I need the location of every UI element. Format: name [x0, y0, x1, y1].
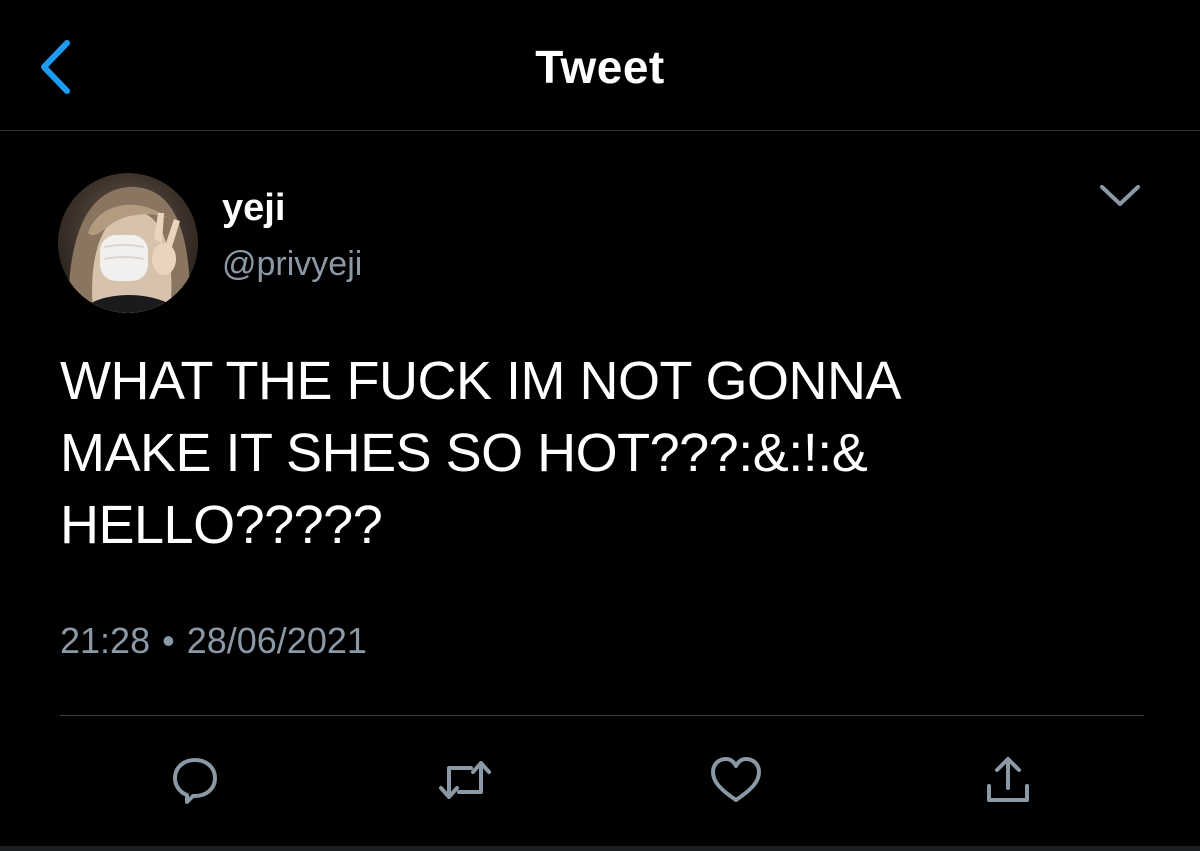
tweet-timestamp: 21:28 • 28/06/2021 — [60, 620, 367, 662]
chevron-down-icon — [1100, 185, 1140, 206]
bottom-edge — [0, 846, 1200, 851]
author-display-name[interactable]: yeji — [222, 187, 285, 230]
tweet-time: 21:28 — [60, 620, 151, 661]
tweet-text-line: MAKE IT SHES SO HOT???:&:!:& — [60, 423, 868, 483]
more-options-button[interactable] — [1094, 176, 1146, 216]
timestamp-separator: • — [162, 620, 175, 661]
reply-icon — [173, 758, 217, 804]
author-handle[interactable]: @privyeji — [222, 245, 362, 284]
divider — [60, 715, 1144, 716]
reply-button[interactable] — [165, 752, 225, 808]
share-button[interactable] — [978, 752, 1038, 808]
avatar-photo — [58, 173, 198, 313]
avatar[interactable] — [58, 173, 198, 313]
tweet-text: WHAT THE FUCK IM NOT GONNA MAKE IT SHES … — [60, 345, 1140, 561]
heart-icon — [711, 757, 761, 802]
retweet-button[interactable] — [435, 752, 495, 808]
tweet-text-line: HELLO????? — [60, 495, 383, 555]
top-navigation-bar: Tweet — [0, 0, 1200, 131]
like-button[interactable] — [706, 752, 766, 808]
retweet-icon — [439, 761, 491, 799]
share-icon — [987, 757, 1029, 802]
tweet-text-line: WHAT THE FUCK IM NOT GONNA — [60, 351, 902, 411]
page-title: Tweet — [535, 41, 665, 93]
tweet-date: 28/06/2021 — [186, 620, 367, 661]
